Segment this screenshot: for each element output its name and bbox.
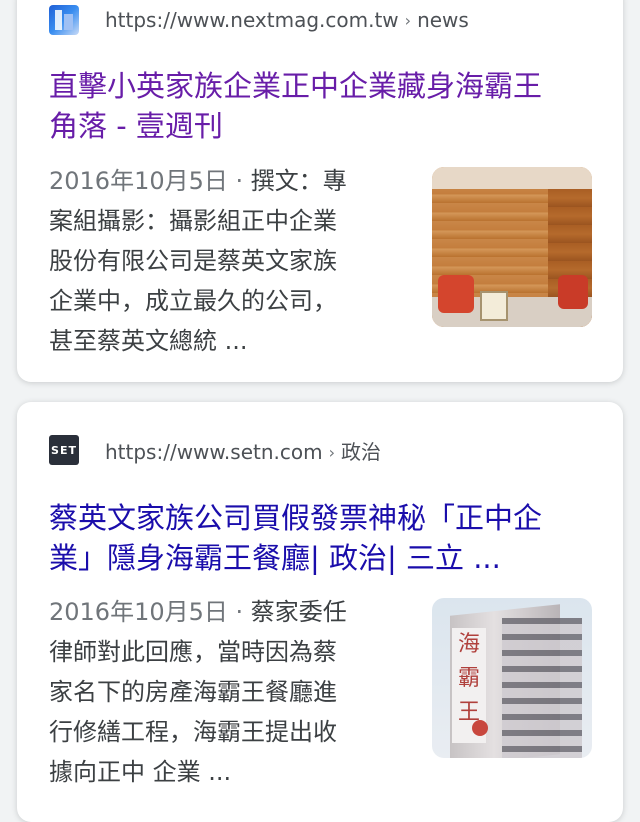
result-source[interactable]: SET https://www.setn.com › 政治 — [49, 432, 381, 468]
snippet-text: 甚至蔡英文總統 ... — [49, 327, 248, 355]
result-thumbnail[interactable] — [432, 167, 592, 327]
setn-favicon-icon: SET — [49, 435, 79, 465]
snippet-text: 律師對此回應，當時因為蔡 — [49, 638, 337, 666]
result-snippet: 2016年10月5日 · 撰文：專 案組攝影：攝影組正中企業 股份有限公司是蔡英… — [49, 167, 347, 355]
snippet-text: 家名下的房產海霸王餐廳進 — [49, 678, 337, 706]
nextmag-favicon-icon — [49, 5, 79, 35]
search-result-card: SET https://www.setn.com › 政治 蔡英文家族公司買假發票神… — [17, 402, 623, 822]
result-title-link[interactable]: 蔡英文家族公司買假發票神秘「正中企 業」隱身海霸王餐廳| 政治| 三立 ... — [49, 498, 609, 578]
breadcrumb-chevron-icon: › — [328, 442, 336, 462]
snippet-text: 企業中，成立最久的公司， — [49, 287, 337, 315]
result-title-link[interactable]: 直擊小英家族企業正中企業藏身海霸王 角落 - 壹週刊 — [49, 66, 609, 146]
snippet-text: 蔡家委任 — [250, 598, 347, 626]
snippet-text: 據向正中 企業 ... — [49, 758, 232, 786]
result-date: 2016年10月5日 — [49, 598, 228, 626]
result-url[interactable]: https://www.setn.com › 政治 — [105, 436, 381, 465]
snippet-text: 行修繕工程，海霸王提出收 — [49, 718, 337, 746]
result-title-line[interactable]: 直擊小英家族企業正中企業藏身海霸王 — [49, 69, 542, 103]
result-date: 2016年10月5日 — [49, 167, 228, 195]
result-source[interactable]: https://www.nextmag.com.tw › news — [49, 2, 469, 38]
result-thumbnail[interactable]: 海霸王 — [432, 598, 592, 758]
result-title-line[interactable]: 角落 - 壹週刊 — [49, 109, 223, 143]
search-result-card: https://www.nextmag.com.tw › news 直擊小英家族企業… — [17, 0, 623, 382]
result-snippet: 2016年10月5日 · 蔡家委任 律師對此回應，當時因為蔡 家名下的房產海霸王… — [49, 598, 347, 786]
snippet-text: 案組攝影：攝影組正中企業 — [49, 207, 337, 235]
result-url[interactable]: https://www.nextmag.com.tw › news — [105, 8, 469, 32]
snippet-text: 撰文：專 — [250, 167, 347, 195]
snippet-text: 股份有限公司是蔡英文家族 — [49, 247, 337, 275]
result-title-line[interactable]: 蔡英文家族公司買假發票神秘「正中企 — [49, 501, 542, 535]
result-title-line[interactable]: 業」隱身海霸王餐廳| 政治| 三立 ... — [49, 541, 501, 575]
breadcrumb: 政治 — [341, 439, 382, 464]
breadcrumb: news — [417, 8, 469, 32]
breadcrumb-chevron-icon: › — [404, 11, 412, 30]
